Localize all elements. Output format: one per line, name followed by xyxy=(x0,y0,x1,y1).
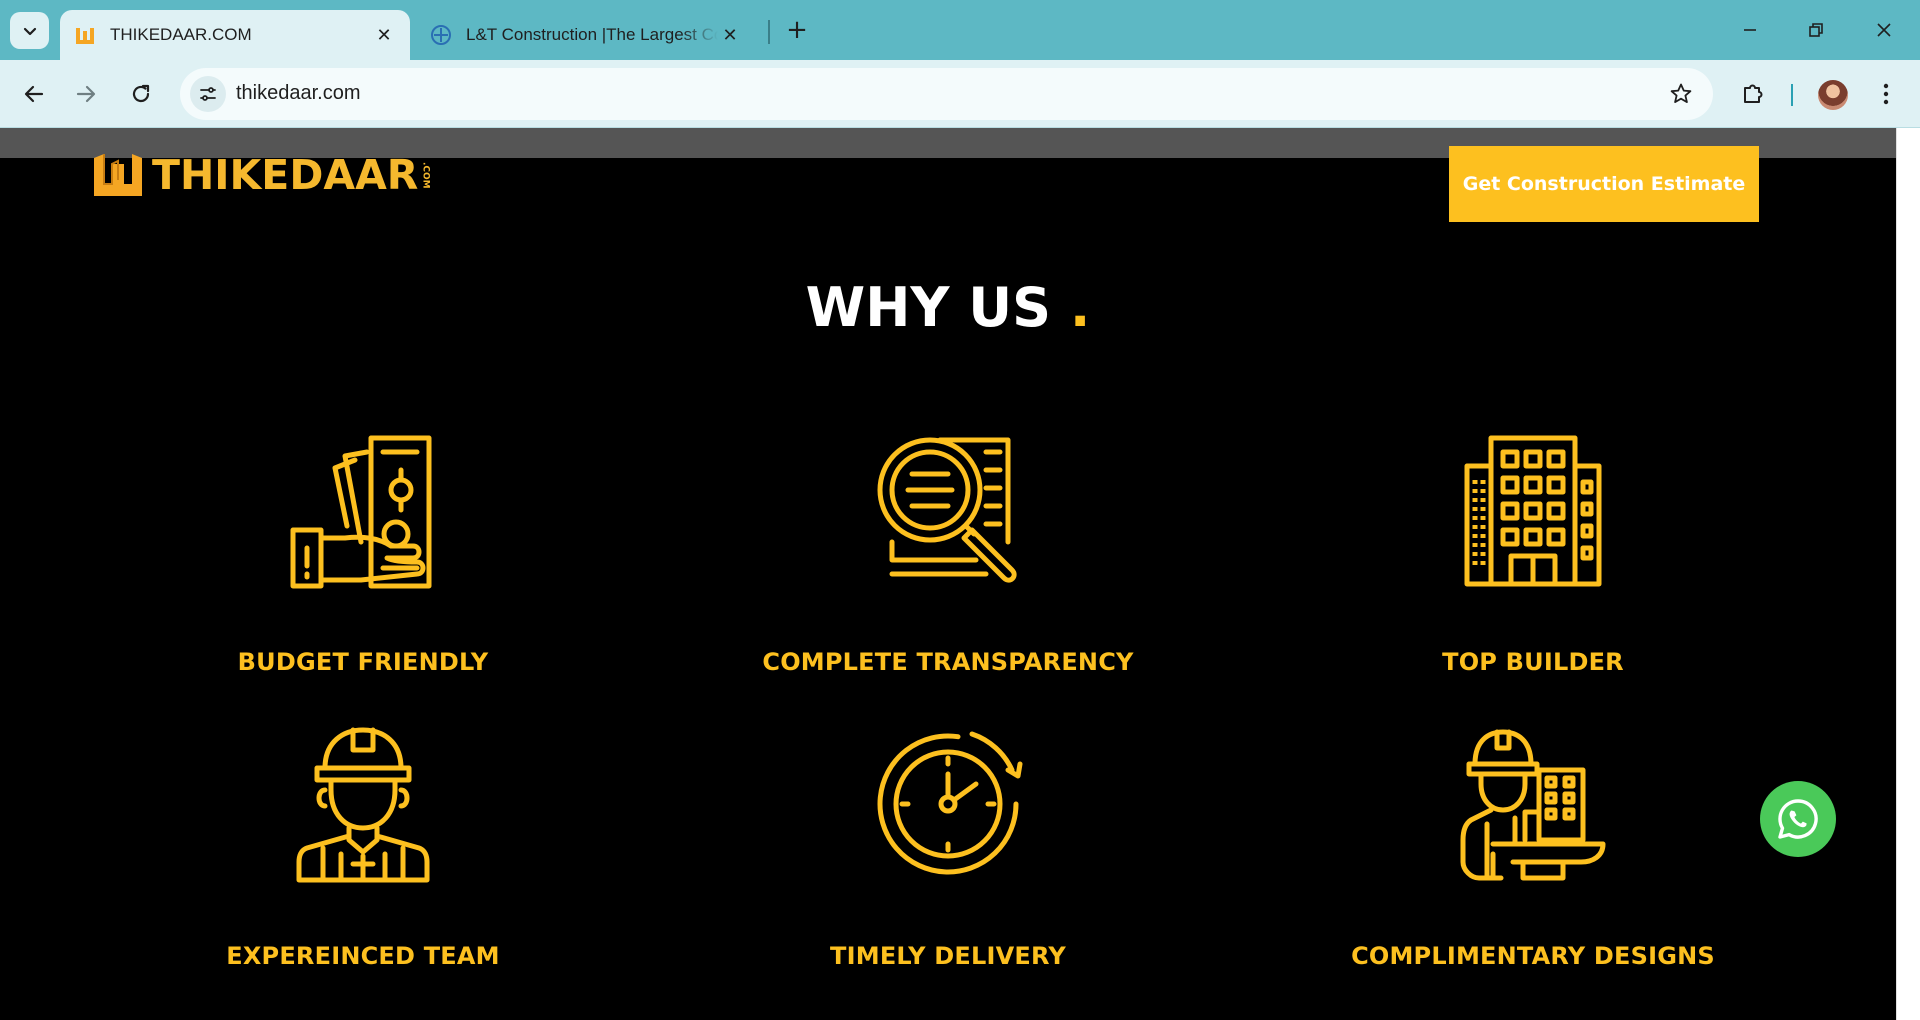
url-text[interactable]: thikedaar.com xyxy=(236,82,361,105)
feature-complete-transparency: COMPLETE TRANSPARENCY xyxy=(668,430,1228,676)
minimize-button[interactable] xyxy=(1726,10,1774,50)
minimize-icon xyxy=(1744,29,1756,31)
thikedaar-favicon-icon xyxy=(74,24,96,46)
money-hand-icon xyxy=(290,435,432,589)
more-vertical-icon xyxy=(1883,83,1889,105)
extensions-button[interactable] xyxy=(1735,76,1771,112)
lt-favicon-icon xyxy=(430,24,452,46)
reload-button[interactable] xyxy=(121,74,161,114)
tune-icon xyxy=(200,87,216,101)
star-icon xyxy=(1670,83,1692,103)
address-bar[interactable]: thikedaar.com xyxy=(180,68,1713,120)
puzzle-icon xyxy=(1744,84,1763,103)
arrow-left-icon xyxy=(24,85,44,103)
feature-complimentary-designs: COMPLIMENTARY DESIGNS xyxy=(1253,724,1813,970)
back-button[interactable] xyxy=(14,74,54,114)
feature-experienced-team: EXPEREINCED TEAM xyxy=(83,724,643,970)
section-title-dot: . xyxy=(1069,276,1091,339)
bookmark-button[interactable] xyxy=(1667,80,1695,108)
feature-label: TOP BUILDER xyxy=(1442,648,1624,676)
forward-button[interactable] xyxy=(66,74,106,114)
architect-building-icon xyxy=(1460,729,1606,881)
new-tab-button[interactable]: + xyxy=(781,14,813,46)
section-title-text: WHY US xyxy=(805,276,1052,339)
browser-menu-button[interactable] xyxy=(1868,76,1904,112)
tab-separator xyxy=(768,20,770,44)
tab-title: L&T Construction |The Largest Constructi… xyxy=(466,25,718,44)
site-header: THIKEDAAR .COM Home Refer & Earn Join As… xyxy=(0,146,1896,244)
toolbar-divider xyxy=(1791,84,1793,106)
close-icon xyxy=(1877,23,1891,37)
page-viewport: THIKEDAAR .COM Home Refer & Earn Join As… xyxy=(0,128,1896,1020)
nav-home[interactable]: Home xyxy=(0,158,47,177)
page-scrollbar[interactable] xyxy=(1896,128,1920,1020)
restore-icon xyxy=(1809,23,1823,37)
feature-label: BUDGET FRIENDLY xyxy=(237,648,489,676)
chevron-down-icon xyxy=(23,27,36,35)
close-icon[interactable]: ✕ xyxy=(718,23,742,47)
logo-mark-icon xyxy=(94,154,142,196)
reload-icon xyxy=(132,84,150,103)
feature-timely-delivery: TIMELY DELIVERY xyxy=(668,724,1228,970)
tab-title: THIKEDAAR.COM xyxy=(110,25,252,44)
logo-suffix: .COM xyxy=(420,161,431,189)
site-logo[interactable]: THIKEDAAR .COM xyxy=(92,150,430,200)
feature-label: TIMELY DELIVERY xyxy=(830,942,1066,970)
tab-lt-construction[interactable]: L&T Construction |The Largest Constructi… xyxy=(416,10,756,60)
restore-button[interactable] xyxy=(1792,10,1840,50)
tab-search-button[interactable] xyxy=(10,12,49,49)
section-title: WHY US . xyxy=(0,276,1896,339)
get-estimate-button[interactable]: Get Construction Estimate xyxy=(1449,146,1759,222)
feature-budget-friendly: BUDGET FRIENDLY xyxy=(83,430,643,676)
profile-avatar[interactable] xyxy=(1818,80,1848,110)
browser-toolbar: thikedaar.com xyxy=(0,60,1920,128)
whatsapp-chat-button[interactable] xyxy=(1760,781,1836,857)
magnifier-document-icon xyxy=(877,437,1017,583)
clock-icon xyxy=(877,731,1023,875)
feature-label: COMPLIMENTARY DESIGNS xyxy=(1351,942,1715,970)
nav-blog[interactable]: Blog xyxy=(502,158,537,177)
browser-tabstrip: THIKEDAAR.COM ✕ L&T Construction |The La… xyxy=(0,0,1920,60)
feature-label: EXPEREINCED TEAM xyxy=(226,942,500,970)
worker-icon xyxy=(296,727,430,883)
tab-thikedaar[interactable]: THIKEDAAR.COM ✕ xyxy=(60,10,410,60)
building-icon xyxy=(1464,435,1602,587)
arrow-right-icon xyxy=(76,85,96,103)
site-info-button[interactable] xyxy=(190,76,226,112)
logo-text: THIKEDAAR xyxy=(152,151,419,199)
close-icon[interactable]: ✕ xyxy=(372,23,396,47)
window-close-button[interactable] xyxy=(1860,10,1908,50)
feature-top-builder: TOP BUILDER xyxy=(1253,430,1813,676)
feature-label: COMPLETE TRANSPARENCY xyxy=(762,648,1134,676)
whatsapp-icon xyxy=(1778,799,1818,839)
